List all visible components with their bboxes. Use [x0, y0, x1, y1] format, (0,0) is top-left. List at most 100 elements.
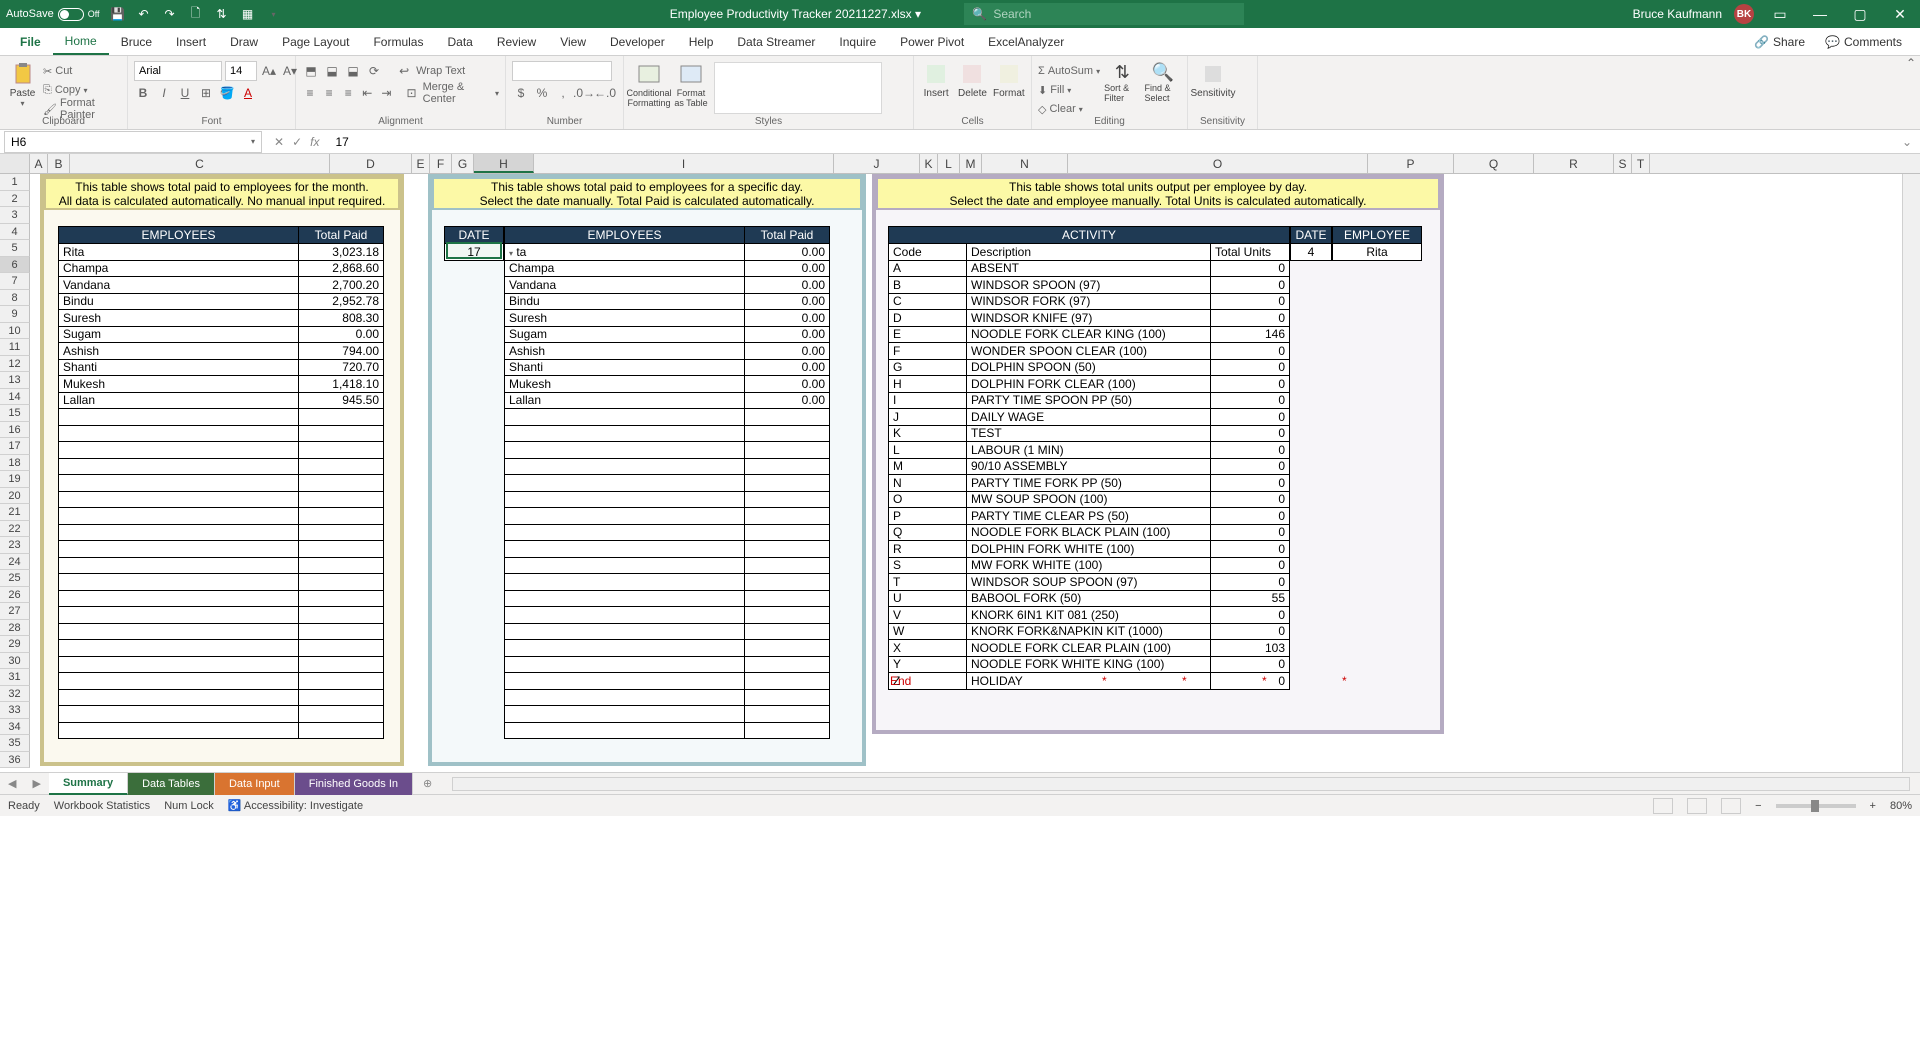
page-break-view-icon[interactable] [1721, 798, 1741, 814]
employees-month-table[interactable]: EMPLOYEESTotal PaidRita3,023.18Champa2,8… [58, 226, 384, 739]
tab-data[interactable]: Data [435, 28, 484, 55]
col-header-D[interactable]: D [330, 154, 412, 173]
cell-styles-gallery[interactable] [714, 62, 882, 114]
redo-icon[interactable]: ↷ [162, 6, 178, 22]
row-header-16[interactable]: 16 [0, 422, 30, 439]
row-header-11[interactable]: 11 [0, 339, 30, 356]
align-left-icon[interactable]: ≡ [302, 84, 318, 102]
user-name[interactable]: Bruce Kaufmann [1633, 7, 1722, 21]
activity-table[interactable]: ACTIVITYCodeDescriptionTotal UnitsAABSEN… [888, 226, 1290, 690]
font-color-button[interactable]: A [239, 84, 257, 102]
bold-button[interactable]: B [134, 84, 152, 102]
find-select-button[interactable]: 🔍Find & Select [1145, 62, 1181, 103]
sheet-tab-summary[interactable]: Summary [49, 773, 128, 795]
maximize-icon[interactable]: ▢ [1846, 0, 1874, 28]
row-header-35[interactable]: 35 [0, 735, 30, 752]
tab-bruce[interactable]: Bruce [109, 28, 164, 55]
zoom-slider[interactable] [1776, 804, 1856, 808]
sort-filter-button[interactable]: ⇅Sort & Filter [1104, 62, 1140, 103]
format-as-table-button[interactable]: Format as Table [672, 62, 710, 108]
tab-file[interactable]: File [8, 28, 53, 55]
row-header-30[interactable]: 30 [0, 653, 30, 670]
row-header-7[interactable]: 7 [0, 273, 30, 290]
col-header-K[interactable]: K [920, 154, 938, 173]
tab-draw[interactable]: Draw [218, 28, 270, 55]
insert-cells-button[interactable]: Insert [920, 62, 952, 99]
col-header-P[interactable]: P [1368, 154, 1454, 173]
col-header-Q[interactable]: Q [1454, 154, 1534, 173]
row-header-5[interactable]: 5 [0, 240, 30, 257]
new-icon[interactable]: 🗋 [188, 6, 204, 22]
row-header-2[interactable]: 2 [0, 191, 30, 208]
increase-indent-icon[interactable]: ⇥ [378, 84, 394, 102]
row-header-10[interactable]: 10 [0, 323, 30, 340]
row-header-4[interactable]: 4 [0, 224, 30, 241]
row-header-22[interactable]: 22 [0, 521, 30, 538]
tab-insert[interactable]: Insert [164, 28, 218, 55]
italic-button[interactable]: I [155, 84, 173, 102]
currency-icon[interactable]: $ [512, 84, 530, 102]
date-table[interactable]: DATE17 [444, 226, 504, 261]
col-header-S[interactable]: S [1614, 154, 1632, 173]
col-header-H[interactable]: H [474, 154, 534, 173]
row-header-8[interactable]: 8 [0, 290, 30, 307]
tab-data-streamer[interactable]: Data Streamer [725, 28, 827, 55]
font-name-input[interactable] [134, 61, 222, 81]
col-header-R[interactable]: R [1534, 154, 1614, 173]
row-header-20[interactable]: 20 [0, 488, 30, 505]
qat-dropdown-icon[interactable]: ▾ [266, 6, 282, 22]
align-bottom-icon[interactable]: ⬓ [344, 62, 362, 80]
row-header-31[interactable]: 31 [0, 669, 30, 686]
search-box[interactable]: 🔍 Search [964, 3, 1244, 25]
row-header-13[interactable]: 13 [0, 372, 30, 389]
status-accessibility[interactable]: ♿ Accessibility: Investigate [228, 799, 363, 812]
increase-font-icon[interactable]: A▴ [260, 62, 278, 80]
comments-button[interactable]: 💬 Comments [1815, 35, 1912, 49]
tab-home[interactable]: Home [53, 28, 109, 55]
sheet-tab-finished-goods-in[interactable]: Finished Goods In [295, 773, 413, 795]
col-header-B[interactable]: B [48, 154, 70, 173]
col-header-A[interactable]: A [30, 154, 48, 173]
zoom-out-icon[interactable]: − [1755, 800, 1761, 812]
tab-formulas[interactable]: Formulas [361, 28, 435, 55]
row-header-23[interactable]: 23 [0, 537, 30, 554]
number-format-select[interactable] [512, 61, 612, 81]
col-header-I[interactable]: I [534, 154, 834, 173]
sheet-tab-data-tables[interactable]: Data Tables [128, 773, 215, 795]
row-header-19[interactable]: 19 [0, 471, 30, 488]
tab-inquire[interactable]: Inquire [827, 28, 888, 55]
increase-decimal-icon[interactable]: .0→ [575, 84, 593, 102]
tab-view[interactable]: View [548, 28, 598, 55]
select-all-corner[interactable] [0, 154, 30, 173]
tab-power-pivot[interactable]: Power Pivot [888, 28, 976, 55]
row-header-14[interactable]: 14 [0, 389, 30, 406]
row-header-26[interactable]: 26 [0, 587, 30, 604]
row-header-6[interactable]: 6 [0, 257, 30, 274]
col-header-J[interactable]: J [834, 154, 920, 173]
decrease-indent-icon[interactable]: ⇤ [359, 84, 375, 102]
ribbon-display-icon[interactable]: ▭ [1766, 0, 1794, 28]
row-header-28[interactable]: 28 [0, 620, 30, 637]
row-header-25[interactable]: 25 [0, 570, 30, 587]
cancel-formula-icon[interactable]: ✕ [274, 135, 284, 149]
sensitivity-button[interactable]: Sensitivity [1194, 62, 1232, 99]
format-cells-button[interactable]: Format [993, 62, 1025, 99]
orientation-icon[interactable]: ⟳ [365, 62, 383, 80]
collapse-ribbon-icon[interactable]: ⌃ [1906, 56, 1916, 70]
col-header-L[interactable]: L [938, 154, 960, 173]
percent-icon[interactable]: % [533, 84, 551, 102]
autosave-toggle[interactable]: AutoSave Off [6, 8, 100, 21]
formula-input[interactable]: 17 [327, 131, 1893, 153]
page-layout-view-icon[interactable] [1687, 798, 1707, 814]
col-header-F[interactable]: F [430, 154, 452, 173]
tab-review[interactable]: Review [485, 28, 548, 55]
sheet-tab-data-input[interactable]: Data Input [215, 773, 295, 795]
row-header-1[interactable]: 1 [0, 174, 30, 191]
tab-developer[interactable]: Developer [598, 28, 677, 55]
date-col-table[interactable]: DATE4 [1290, 226, 1332, 261]
col-header-N[interactable]: N [982, 154, 1068, 173]
fx-icon[interactable]: fx [310, 135, 319, 149]
tab-help[interactable]: Help [677, 28, 726, 55]
row-header-27[interactable]: 27 [0, 603, 30, 620]
autosum-button[interactable]: Σ AutoSum ▾ [1038, 62, 1100, 80]
